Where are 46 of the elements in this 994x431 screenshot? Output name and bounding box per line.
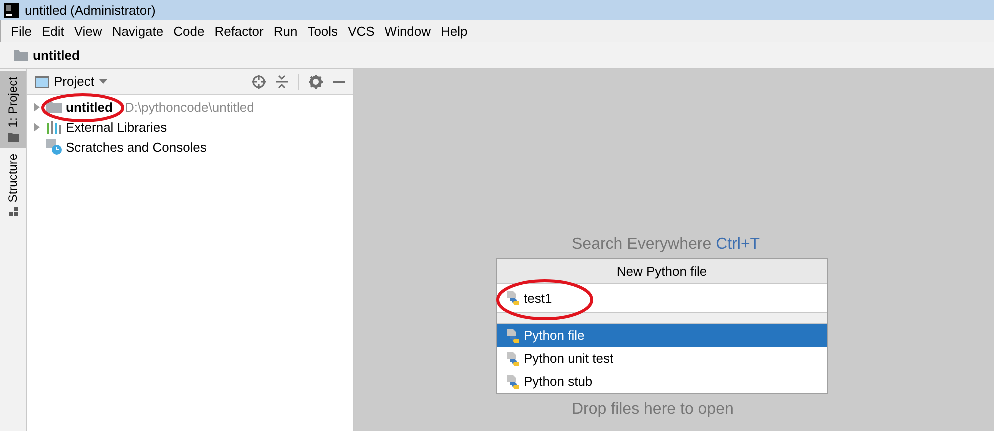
structure-icon xyxy=(8,207,18,216)
dropdown-caret-icon[interactable] xyxy=(99,78,108,84)
menu-item[interactable]: Refactor xyxy=(210,24,268,38)
shortcut-text: Ctrl+T xyxy=(716,236,760,253)
menu-item[interactable]: Navigate xyxy=(108,24,168,38)
hint-text: Search Everywhere xyxy=(572,236,713,253)
menu-item[interactable]: Tools xyxy=(304,24,342,38)
expand-arrow-icon[interactable] xyxy=(34,122,40,132)
window-title: untitled (Administrator) xyxy=(25,2,156,18)
app-logo-icon xyxy=(4,2,19,18)
menu-item[interactable]: VCS xyxy=(344,24,379,38)
tree-item[interactable]: External Libraries xyxy=(66,120,168,134)
folder-icon xyxy=(14,50,28,60)
minimize-icon[interactable] xyxy=(333,80,345,82)
file-type-option[interactable]: Python stub xyxy=(497,370,827,393)
python-file-icon xyxy=(506,328,520,344)
folder-path: D:\pythoncode\untitled xyxy=(124,100,254,114)
collapse-all-icon[interactable] xyxy=(276,74,288,88)
crosshair-icon[interactable] xyxy=(252,74,266,88)
file-type-option[interactable]: Python unit test xyxy=(497,347,827,370)
menu-item[interactable]: File xyxy=(7,24,36,38)
side-tab[interactable]: 1: Project xyxy=(0,71,26,148)
side-tab[interactable]: Structure xyxy=(0,148,26,222)
menu-item[interactable]: Code xyxy=(170,24,209,38)
panel-title[interactable]: Project xyxy=(54,74,94,89)
menu-item[interactable]: Window xyxy=(380,24,436,38)
expand-arrow-icon[interactable] xyxy=(34,102,40,112)
python-file-icon xyxy=(506,290,520,306)
menu-item[interactable]: View xyxy=(70,24,106,38)
file-type-option[interactable]: Python file xyxy=(497,324,827,347)
file-name-input[interactable]: test1 xyxy=(524,290,804,306)
drop-files-hint: Drop files here to open xyxy=(572,401,734,419)
menu-item[interactable]: Run xyxy=(270,24,302,38)
folder-icon xyxy=(46,101,62,113)
menu-item[interactable]: Help xyxy=(437,24,472,38)
window-icon xyxy=(35,76,49,88)
folder-icon xyxy=(8,132,18,142)
library-icon xyxy=(46,120,62,134)
python-file-icon xyxy=(506,350,520,366)
menu-item[interactable]: Edit xyxy=(38,24,68,38)
scratches-icon xyxy=(46,139,62,155)
breadcrumb[interactable]: untitled xyxy=(33,48,80,62)
settings-icon[interactable] xyxy=(309,74,323,88)
python-file-icon xyxy=(506,374,520,390)
popup-title: New Python file xyxy=(497,259,827,284)
tree-item[interactable]: Scratches and Consoles xyxy=(66,140,207,154)
